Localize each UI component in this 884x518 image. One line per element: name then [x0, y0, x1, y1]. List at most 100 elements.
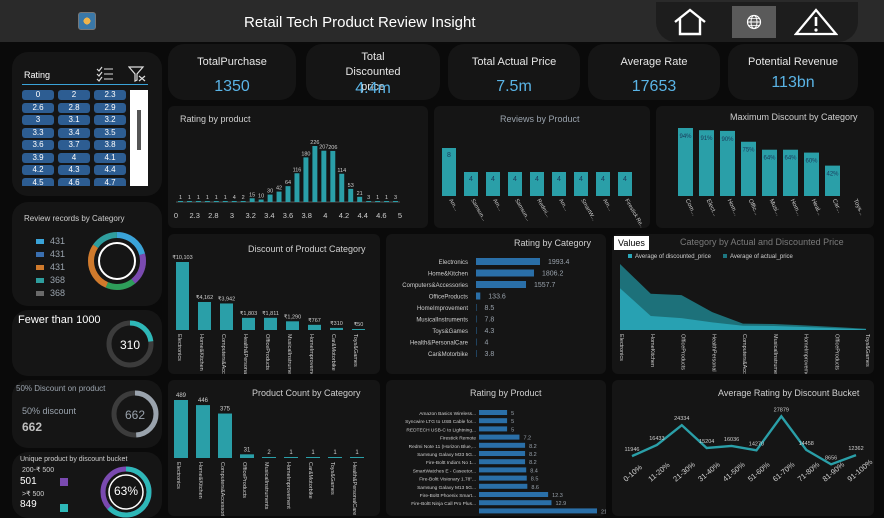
bar — [218, 413, 232, 458]
rating-option[interactable]: 4.1 — [94, 152, 126, 163]
warning-icon — [794, 8, 838, 36]
category-label: Health&PersonalCare — [351, 462, 357, 515]
rating-option[interactable]: 3.1 — [58, 115, 90, 125]
bar — [222, 201, 228, 202]
bar — [264, 317, 277, 330]
rating-option[interactable]: 3.2 — [94, 115, 126, 125]
category-label: Musi... — [768, 198, 781, 217]
rating-option[interactable]: 3.3 — [22, 127, 54, 138]
rating-option[interactable]: 3.8 — [94, 140, 126, 150]
category-label: Home&Kitchen — [428, 272, 468, 278]
bar — [479, 508, 597, 514]
data-label: ₹310 — [330, 320, 343, 327]
kpi-value: 17653 — [631, 78, 677, 95]
rating-option[interactable]: 0 — [22, 90, 54, 100]
rating-option[interactable]: 4.7 — [94, 177, 126, 186]
bar — [352, 329, 365, 330]
slicer-scrollbar[interactable] — [130, 90, 148, 186]
category-label: Firestick Re... — [623, 198, 645, 228]
globe-button[interactable] — [732, 6, 776, 38]
data-label: 1 — [376, 195, 379, 201]
category-price-chart: Electronics HomeKitchen OfficeProducts Heal… — [618, 264, 870, 374]
rating-option[interactable]: 4.3 — [58, 165, 90, 175]
tick-label: 4 — [323, 211, 327, 220]
home-icon — [674, 8, 706, 36]
bar — [262, 457, 276, 458]
data-label: ₹50 — [354, 321, 364, 328]
rating-option[interactable]: 4 — [58, 152, 90, 163]
data-label: 1993.4 — [548, 259, 570, 266]
bar — [204, 201, 210, 202]
data-label: 5 — [511, 427, 514, 433]
tick-label: 3.8 — [301, 211, 311, 220]
category-label: Samsun... — [513, 198, 531, 223]
clear-filter-icon[interactable] — [128, 66, 146, 82]
category-label: 51-60% — [746, 460, 772, 484]
rating-option[interactable]: 3.7 — [58, 140, 90, 150]
max-discount-panel: Maximum Discount by Category 94% Com... 91… — [656, 106, 874, 228]
category-label: SmartWatches E - Caseetor... — [413, 468, 476, 474]
bar — [174, 400, 188, 458]
category-label: Car&Motorbike — [428, 352, 469, 358]
kpi-value: 113bn — [771, 74, 815, 91]
bucket-row1-value: 501 — [20, 476, 37, 487]
rating-option[interactable]: 3.5 — [94, 127, 126, 138]
data-label: 31 — [244, 447, 251, 453]
data-label: 64% — [784, 156, 797, 162]
home-button[interactable] — [668, 6, 712, 38]
data-label: ₹767 — [308, 317, 321, 324]
bar — [479, 459, 526, 465]
category-label: HomeImprovement — [285, 462, 291, 509]
legend-item: 431 — [36, 249, 65, 259]
data-label: 4 — [233, 195, 236, 201]
rating-option[interactable]: 2.3 — [94, 90, 126, 100]
rating-option[interactable]: 3.6 — [22, 140, 54, 150]
rating-option[interactable]: 2.8 — [58, 102, 90, 113]
rating-slicer-title: Rating — [24, 70, 51, 80]
rating-option[interactable]: 4.6 — [58, 177, 90, 186]
data-label: ₹10,103 — [172, 254, 192, 261]
rating-option[interactable]: 4.4 — [94, 165, 126, 175]
alert-button[interactable] — [794, 6, 838, 38]
category-label: Firestick Remote — [440, 436, 476, 442]
kpi-total-discounted-price: Total Discounted price 4.4m — [306, 44, 440, 100]
category-label: Electronics — [176, 334, 182, 361]
category-label: Am... — [557, 198, 569, 213]
bar — [476, 350, 477, 357]
rating-option[interactable]: 4.2 — [22, 165, 54, 175]
bar — [479, 434, 520, 440]
kpi-total-purchase: TotalPurchase 1350 — [168, 44, 296, 100]
data-label: 1 — [333, 450, 337, 456]
scrollbar-thumb[interactable] — [137, 110, 141, 150]
category-label: Electronics — [175, 462, 181, 489]
legend-swatch — [36, 251, 44, 257]
data-label: 5 — [511, 411, 514, 417]
category-label: Samsun... — [469, 198, 487, 223]
multi-select-icon[interactable] — [96, 66, 114, 82]
rating-option[interactable]: 3 — [22, 115, 54, 125]
rating-option[interactable]: 2.6 — [22, 102, 54, 113]
category-price-panel: Values Category by Actual and Discounted… — [612, 234, 874, 374]
rating-option[interactable]: 2.9 — [94, 102, 126, 113]
bucket-row1-label: 200-₹ 500 — [22, 467, 55, 474]
data-label: 53 — [348, 183, 354, 189]
rating-option[interactable]: 2 — [58, 90, 90, 100]
category-label: Home&Kitchen — [198, 334, 204, 371]
bar — [213, 201, 219, 202]
data-label: 42 — [276, 186, 282, 192]
category-label: Fire-Boltt India's No 1... — [426, 460, 476, 466]
tick-label: 4.6 — [376, 211, 386, 220]
data-label: 42% — [826, 172, 839, 178]
data-label: 4 — [535, 176, 539, 183]
app-logo — [78, 12, 96, 30]
kpi-value: 4.4m — [355, 80, 391, 97]
category-label: Computers&Accessories — [220, 334, 226, 374]
rating-option[interactable]: 3.9 — [22, 152, 54, 163]
kpi-label: TotalPurchase — [197, 56, 267, 68]
legend-swatch — [36, 290, 44, 296]
rating-option[interactable]: 4.5 — [22, 177, 54, 186]
data-label: ₹3,942 — [218, 295, 235, 302]
rating-category-chart: Electronics 1993.4 Home&Kitchen 1806.2 Compu… — [402, 258, 570, 358]
rating-option[interactable]: 3.4 — [58, 127, 90, 138]
data-label: 12.3 — [552, 493, 563, 499]
